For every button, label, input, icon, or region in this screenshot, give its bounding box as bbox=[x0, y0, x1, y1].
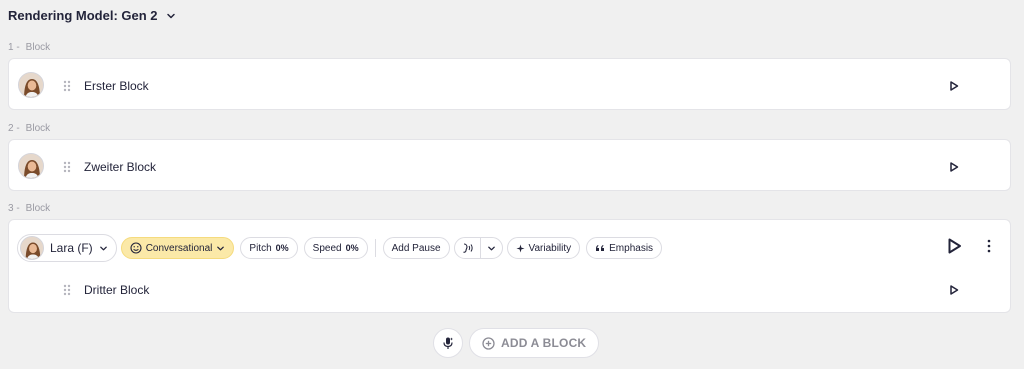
emphasis-button[interactable]: Emphasis bbox=[586, 237, 663, 259]
sparkle-icon bbox=[515, 243, 525, 253]
variability-label: Variability bbox=[528, 242, 572, 254]
speed-value: 0% bbox=[345, 243, 359, 253]
voice-avatar bbox=[20, 236, 44, 260]
style-label: Conversational bbox=[145, 242, 213, 254]
block-card-2: Zweiter Block bbox=[8, 139, 1011, 191]
rendering-model-label: Rendering Model: Gen 2 bbox=[8, 8, 158, 23]
block-toolbar: Lara (F) Conversational Pitch 0% Speed 0… bbox=[17, 234, 663, 262]
pitch-label: Pitch bbox=[249, 242, 272, 254]
block-number: 3 - bbox=[8, 203, 20, 214]
block-card-3: Lara (F) Conversational Pitch 0% Speed 0… bbox=[8, 219, 1011, 313]
quote-icon bbox=[596, 245, 605, 251]
add-pause-label: Add Pause bbox=[391, 242, 441, 254]
plus-circle-icon bbox=[482, 336, 495, 350]
rendering-model-dropdown[interactable]: Rendering Model: Gen 2 bbox=[8, 8, 176, 23]
play-icon[interactable] bbox=[947, 160, 961, 174]
pronunciation-button[interactable] bbox=[455, 238, 480, 258]
pitch-value: 0% bbox=[275, 243, 289, 253]
block-label-text: Block bbox=[25, 203, 51, 214]
kebab-menu-icon[interactable] bbox=[986, 239, 992, 253]
voice-selector[interactable]: Lara (F) bbox=[17, 234, 117, 262]
drag-handle-icon[interactable] bbox=[63, 161, 71, 173]
speed-label: Speed bbox=[312, 242, 342, 254]
play-icon[interactable] bbox=[945, 237, 963, 255]
record-audio-button[interactable] bbox=[433, 328, 463, 358]
emphasis-label: Emphasis bbox=[609, 242, 654, 254]
drag-handle-icon[interactable] bbox=[63, 284, 71, 296]
block-text[interactable]: Dritter Block bbox=[84, 283, 149, 297]
block-3-label: 3 - Block bbox=[8, 203, 50, 214]
variability-button[interactable]: Variability bbox=[506, 237, 581, 259]
block-text[interactable]: Erster Block bbox=[84, 79, 149, 93]
play-icon[interactable] bbox=[947, 79, 961, 93]
add-block-button[interactable]: ADD A BLOCK bbox=[469, 328, 600, 358]
chevron-down-icon bbox=[217, 246, 225, 250]
voice-avatar[interactable] bbox=[18, 72, 44, 98]
style-selector[interactable]: Conversational bbox=[120, 237, 235, 259]
toolbar-divider bbox=[374, 239, 376, 257]
pronunciation-dropdown[interactable] bbox=[479, 238, 502, 258]
voice-name: Lara (F) bbox=[50, 241, 93, 255]
block-label-text: Block bbox=[25, 123, 51, 134]
add-block-label: ADD A BLOCK bbox=[501, 336, 587, 350]
pronunciation-control[interactable] bbox=[453, 237, 503, 259]
smile-icon bbox=[130, 242, 142, 254]
add-pause-button[interactable]: Add Pause bbox=[382, 237, 450, 259]
speed-control[interactable]: Speed 0% bbox=[303, 237, 368, 259]
voice-avatar[interactable] bbox=[18, 153, 44, 179]
chevron-down-icon bbox=[99, 246, 107, 250]
block-text[interactable]: Zweiter Block bbox=[84, 160, 156, 174]
pitch-control[interactable]: Pitch 0% bbox=[240, 237, 298, 259]
block-label-text: Block bbox=[25, 42, 51, 53]
block-number: 1 - bbox=[8, 42, 20, 53]
speech-icon bbox=[462, 243, 473, 253]
play-icon[interactable] bbox=[947, 283, 961, 297]
mic-icon bbox=[443, 337, 454, 349]
chevron-down-icon bbox=[166, 13, 175, 18]
chevron-down-icon bbox=[487, 246, 495, 250]
block-2-label: 2 - Block bbox=[8, 123, 50, 134]
block-number: 2 - bbox=[8, 123, 20, 134]
block-card-1: Erster Block bbox=[8, 58, 1011, 110]
block-1-label: 1 - Block bbox=[8, 42, 50, 53]
drag-handle-icon[interactable] bbox=[63, 80, 71, 92]
